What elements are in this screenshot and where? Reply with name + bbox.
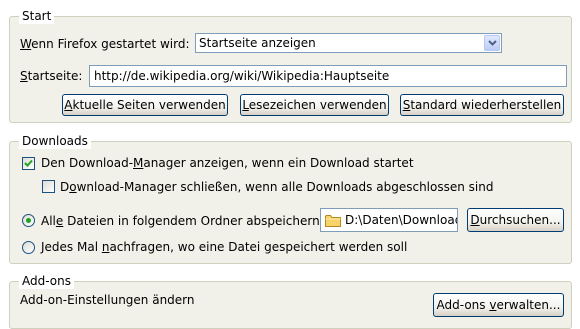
- browse-button[interactable]: Durchsuchen...: [467, 208, 564, 232]
- use-bookmark-button[interactable]: Lesezeichen verwenden: [240, 94, 389, 116]
- startup-select-value: Startseite anzeigen: [199, 36, 316, 50]
- radio-selected-dot: [26, 218, 31, 223]
- start-legend: Start: [19, 8, 55, 24]
- download-folder-path: D:\Daten\Downloads: [345, 213, 458, 227]
- close-download-manager-checkbox[interactable]: [42, 180, 55, 193]
- manage-addons-button[interactable]: Add-ons verwalten...: [433, 293, 564, 317]
- download-folder-field[interactable]: D:\Daten\Downloads: [320, 208, 458, 232]
- always-ask-label: Jedes Mal nachfragen, wo eine Datei gesp…: [41, 240, 408, 254]
- folder-icon: [325, 214, 341, 230]
- homepage-label: Startseite:: [20, 69, 83, 83]
- checkmark-icon: [24, 159, 33, 167]
- close-download-manager-label: Download-Manager schließen, wenn alle Do…: [60, 180, 494, 194]
- show-download-manager-label: Den Download-Manager anzeigen, wenn ein …: [41, 156, 414, 170]
- addons-legend: Add-ons: [19, 273, 74, 289]
- homepage-input-value: http://de.wikipedia.org/wiki/Wikipedia:H…: [94, 69, 390, 83]
- restore-default-button[interactable]: Standard wiederherstellen: [400, 94, 564, 116]
- addons-description: Add-on-Einstellungen ändern: [20, 293, 195, 307]
- show-download-manager-checkbox[interactable]: [22, 157, 35, 170]
- always-ask-radio[interactable]: [22, 241, 35, 254]
- save-to-folder-radio[interactable]: [22, 214, 35, 227]
- save-to-folder-label: Alle Dateien in folgendem Ordner abspeic…: [41, 214, 324, 228]
- startup-select[interactable]: Startseite anzeigen: [195, 33, 502, 53]
- dropdown-arrow-button[interactable]: [484, 35, 500, 51]
- use-current-pages-button[interactable]: Aktuelle Seiten verwenden: [62, 94, 228, 116]
- homepage-input[interactable]: http://de.wikipedia.org/wiki/Wikipedia:H…: [89, 65, 567, 87]
- chevron-down-icon: [488, 40, 497, 46]
- startup-label: Wenn Firefox gestartet wird:: [20, 37, 190, 51]
- downloads-legend: Downloads: [19, 133, 91, 149]
